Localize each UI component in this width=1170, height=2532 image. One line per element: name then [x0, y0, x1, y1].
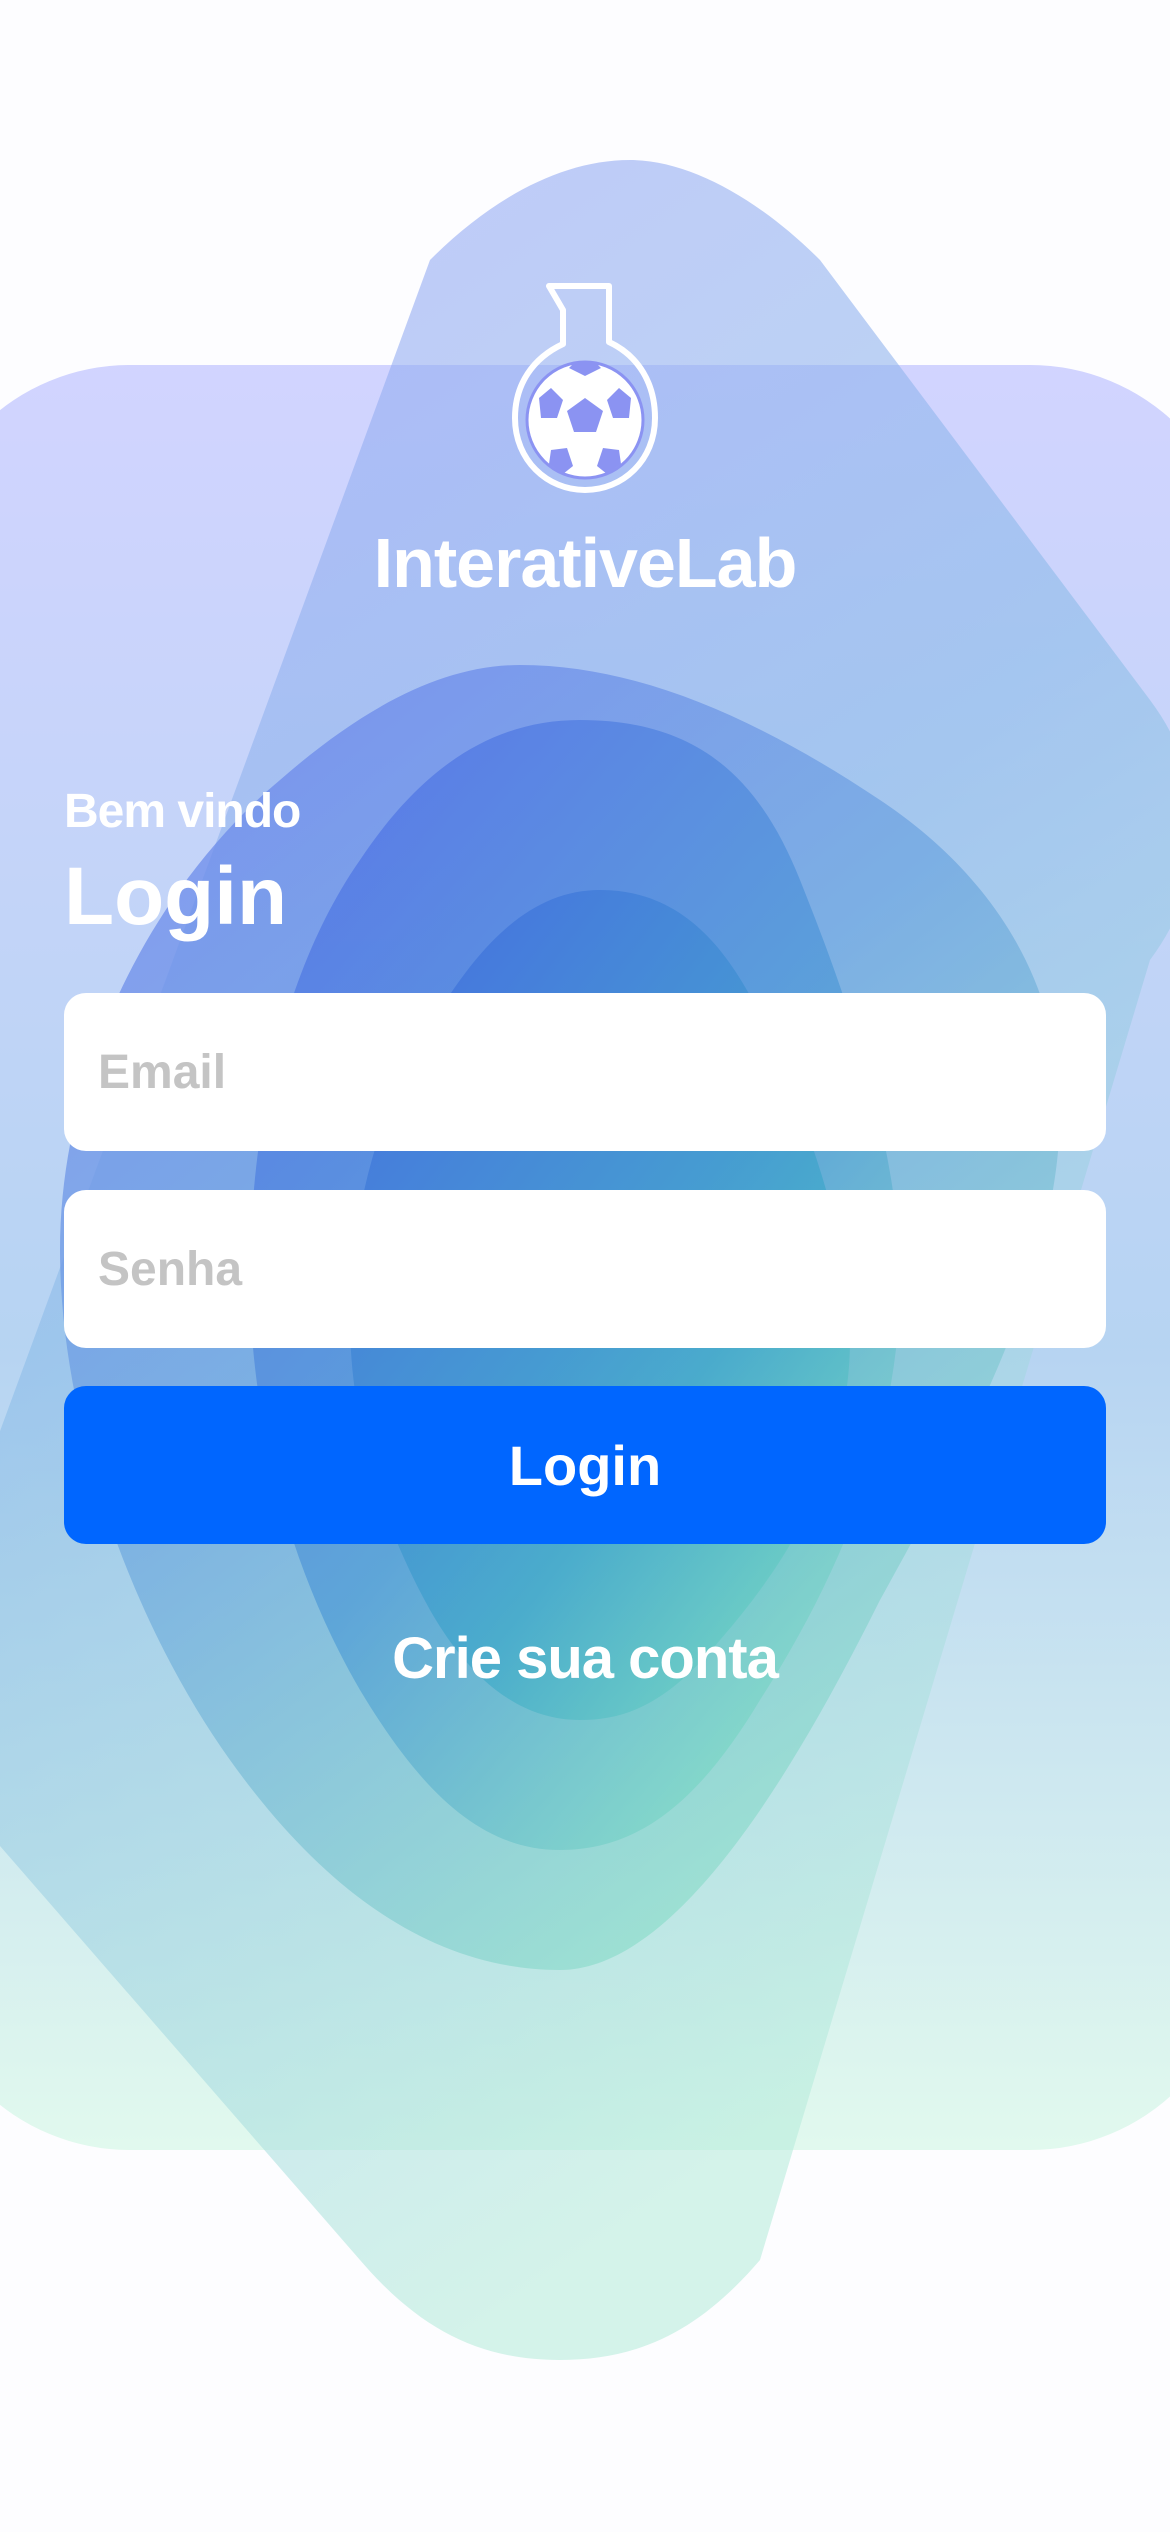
- welcome-text: Bem vindo: [64, 785, 301, 838]
- password-field[interactable]: [64, 1190, 1106, 1348]
- login-heading: Login: [64, 851, 288, 942]
- email-input[interactable]: [98, 1044, 1106, 1100]
- login-screen: InterativeLab Bem vindo Login Login Crie…: [0, 0, 1170, 2532]
- login-button[interactable]: Login: [64, 1386, 1106, 1544]
- create-account-link[interactable]: Crie sua conta: [0, 1630, 1170, 1688]
- flask-soccer-ball-icon: [512, 283, 658, 493]
- app-title: InterativeLab: [373, 524, 798, 602]
- password-input[interactable]: [98, 1241, 1106, 1297]
- email-field[interactable]: [64, 993, 1106, 1151]
